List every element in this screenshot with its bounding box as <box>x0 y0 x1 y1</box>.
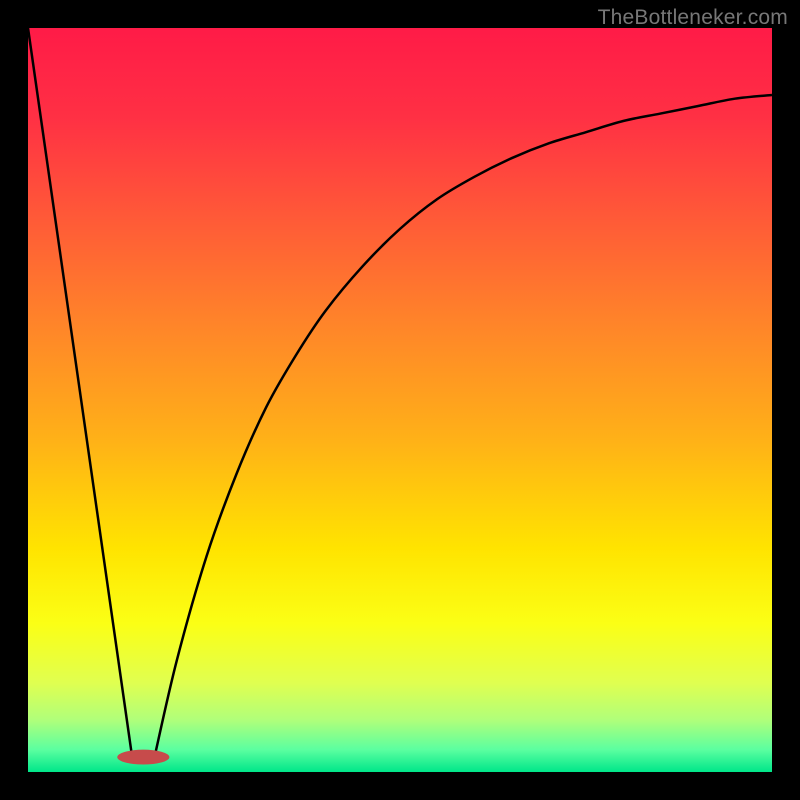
watermark-text: TheBottleneker.com <box>598 6 788 30</box>
minimum-marker <box>117 750 169 765</box>
chart-svg <box>28 28 772 772</box>
plot-area <box>28 28 772 772</box>
chart-frame: TheBottleneker.com <box>0 0 800 800</box>
gradient-background <box>28 28 772 772</box>
